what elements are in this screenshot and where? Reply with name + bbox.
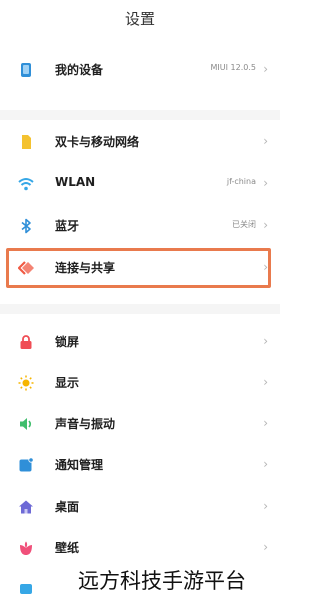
flower-icon — [18, 540, 34, 556]
notification-icon — [18, 457, 34, 473]
settings-item-value: MIUI 12.0.5 — [210, 63, 256, 72]
settings-item-label: WLAN — [55, 175, 96, 189]
chevron-right-icon: › — [263, 416, 268, 430]
settings-item-label: 通知管理 — [55, 458, 104, 472]
settings-item-wlan[interactable]: WLAN jf-china › — [0, 164, 280, 204]
page-title: 设置 — [124, 10, 155, 28]
speaker-icon — [18, 416, 34, 432]
settings-item-label: 壁纸 — [55, 541, 80, 555]
chevron-right-icon: › — [263, 499, 268, 513]
settings-item-value: jf-china — [226, 177, 256, 186]
settings-item-label: 我的设备 — [55, 63, 104, 77]
section-divider — [0, 110, 280, 120]
chevron-right-icon: › — [263, 540, 268, 554]
highlight-box — [6, 248, 271, 288]
settings-item-label: 蓝牙 — [55, 219, 80, 233]
chevron-right-icon: › — [263, 457, 268, 471]
chevron-right-icon: › — [263, 134, 268, 148]
device-icon — [18, 62, 34, 78]
settings-item-label: 双卡与移动网络 — [55, 135, 140, 149]
settings-item-label: 声音与振动 — [55, 417, 116, 431]
watermark-text: 远方科技手游平台 — [74, 566, 250, 596]
settings-item-desktop[interactable]: 桌面 › — [0, 487, 280, 527]
settings-item-sound-vibration[interactable]: 声音与振动 › — [0, 404, 280, 444]
brightness-icon — [18, 375, 34, 391]
bluetooth-icon — [18, 218, 34, 234]
lock-icon — [18, 334, 34, 350]
settings-item-label: 显示 — [55, 376, 80, 390]
settings-item-bluetooth[interactable]: 蓝牙 已关闭 › — [0, 206, 280, 246]
settings-item-label: 桌面 — [55, 500, 80, 514]
home-icon — [18, 499, 34, 515]
settings-item-notifications[interactable]: 通知管理 › — [0, 445, 280, 485]
settings-item-lock-screen[interactable]: 锁屏 › — [0, 322, 280, 362]
settings-item-display[interactable]: 显示 › — [0, 363, 280, 403]
chevron-right-icon: › — [263, 218, 268, 232]
settings-item-wallpaper[interactable]: 壁纸 › — [0, 528, 280, 568]
settings-item-dual-sim[interactable]: 双卡与移动网络 › — [0, 122, 280, 162]
chevron-right-icon: › — [263, 62, 268, 76]
chevron-right-icon: › — [263, 334, 268, 348]
settings-item-label: 锁屏 — [55, 335, 80, 349]
section-divider — [0, 304, 280, 314]
sim-card-icon — [18, 134, 34, 150]
chevron-right-icon: › — [263, 375, 268, 389]
theme-icon — [18, 580, 34, 596]
wifi-icon — [18, 176, 34, 192]
chevron-right-icon: › — [263, 176, 268, 190]
settings-item-my-device[interactable]: 我的设备 MIUI 12.0.5 › — [0, 50, 280, 90]
settings-item-value: 已关闭 — [232, 220, 256, 229]
